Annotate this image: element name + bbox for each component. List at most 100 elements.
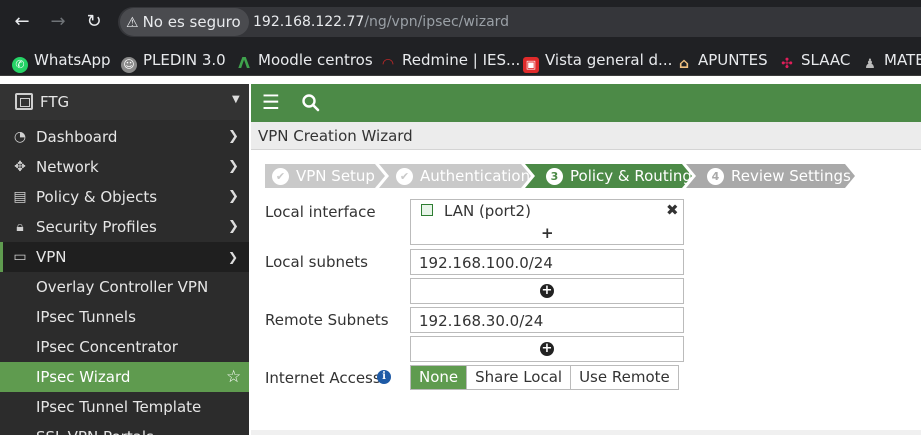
step-label: VPN Setup xyxy=(296,167,375,185)
hamburger-menu-icon[interactable]: ☰ xyxy=(262,92,280,112)
bookmark-mate[interactable]: ♟ MATE xyxy=(862,44,921,75)
browser-toolbar: ← → ↻ ⚠ No es seguro 192.168.122.77/ng/vp… xyxy=(0,0,921,44)
bookmark-label: Vista general d... xyxy=(545,51,673,69)
caret-down-icon: ▼ xyxy=(232,94,240,105)
sidebar-subitem-ssl-vpn-portals[interactable]: SSL-VPN Portals xyxy=(0,422,249,435)
step-number: 4 xyxy=(707,168,724,185)
dashboard-icon: ◔ xyxy=(13,129,27,145)
sidebar-item-dashboard[interactable]: ◔ Dashboard ❯ xyxy=(0,122,249,152)
url-text[interactable]: 192.168.122.77/ng/vpn/ipsec/wizard xyxy=(253,7,509,37)
sidebar-item-vpn[interactable]: ▭ VPN ❯ xyxy=(0,242,249,272)
sidebar-item-label: Network xyxy=(36,158,99,176)
person-icon: ♟ xyxy=(864,57,876,72)
remove-icon[interactable]: ✖ xyxy=(666,200,679,220)
add-interface-button[interactable]: + xyxy=(541,223,554,243)
pledin-icon: ☺ xyxy=(121,57,137,73)
bookmark-moodle[interactable]: Λ Moodle centros xyxy=(236,44,373,75)
warning-icon: ⚠ xyxy=(126,15,139,31)
step-number: 3 xyxy=(546,168,563,185)
gitlab-icon: ▣ xyxy=(523,57,539,73)
sidebar-subitem-label: IPsec Tunnel Template xyxy=(36,398,202,416)
moodle-icon: Λ xyxy=(238,54,250,72)
lock-icon: 🔒︎ xyxy=(16,219,24,235)
bookmark-label: SLAAC xyxy=(801,51,851,69)
local-subnets-label: Local subnets xyxy=(265,253,368,271)
bookmark-apuntes[interactable]: ⌂ APUNTES xyxy=(676,44,768,75)
page-bottom-divider xyxy=(251,430,921,435)
remote-subnets-value: 192.168.30.0/24 xyxy=(419,312,544,330)
interface-port-icon xyxy=(421,204,433,216)
bookmark-pledin[interactable]: ☺ PLEDIN 3.0 xyxy=(121,44,226,75)
star-icon[interactable]: ☆ xyxy=(226,362,241,392)
sidebar-subitem-ipsec-tunnel-template[interactable]: IPsec Tunnel Template xyxy=(0,392,249,422)
local-interface-field[interactable]: LAN (port2) ✖ + xyxy=(410,199,684,245)
sidebar-subitem-ipsec-tunnels[interactable]: IPsec Tunnels xyxy=(0,302,249,332)
bookmark-vista-general[interactable]: ▣ Vista general d... xyxy=(523,44,673,75)
sidebar-subitem-ipsec-wizard[interactable]: IPsec Wizard ☆ xyxy=(0,362,249,392)
url-host: 192.168.122.77 xyxy=(253,14,365,30)
internet-access-share-local[interactable]: Share Local xyxy=(466,366,571,389)
forward-button[interactable]: → xyxy=(46,10,70,34)
url-path: /ng/vpn/ipsec/wizard xyxy=(364,14,510,30)
internet-access-toggle: None Share Local Use Remote xyxy=(410,365,679,390)
whatsapp-icon: ✆ xyxy=(12,57,28,73)
step-label: Policy & Routing xyxy=(570,167,692,185)
bookmarks-bar: ✆ WhatsApp ☺ PLEDIN 3.0 Λ Moodle centros ◠ R… xyxy=(0,44,921,76)
check-icon: ✔ xyxy=(396,168,413,185)
local-subnets-input[interactable]: 192.168.100.0/24 xyxy=(410,249,684,275)
sidebar-subitem-label: Overlay Controller VPN xyxy=(36,278,209,296)
remote-subnets-input[interactable]: 192.168.30.0/24 xyxy=(410,307,684,333)
bookmark-label: WhatsApp xyxy=(34,51,111,69)
bookmark-redmine[interactable]: ◠ Redmine | IES... xyxy=(380,44,521,75)
step-authentication[interactable]: ✔ Authentication xyxy=(396,164,530,188)
security-chip[interactable]: ⚠ No es seguro xyxy=(120,8,249,36)
sidebar-item-policy-objects[interactable]: ▤ Policy & Objects ❯ xyxy=(0,182,249,212)
sidebar-item-label: Policy & Objects xyxy=(36,188,158,206)
plus-circle-icon[interactable]: + xyxy=(540,342,554,356)
local-interface-label: Local interface xyxy=(265,203,376,221)
internet-access-none[interactable]: None xyxy=(411,366,467,389)
home-icon: ⌂ xyxy=(678,56,690,72)
sidebar-item-label: VPN xyxy=(36,248,67,266)
sidebar-subitem-label: IPsec Tunnels xyxy=(36,308,136,326)
add-remote-subnet-row[interactable]: + xyxy=(410,336,684,362)
plus-circle-icon[interactable]: + xyxy=(540,284,554,298)
chevron-right-icon: ❯ xyxy=(228,219,239,234)
sidebar-subitem-label: IPsec Wizard xyxy=(36,368,131,386)
add-local-subnet-row[interactable]: + xyxy=(410,278,684,304)
chevron-right-icon: ❯ xyxy=(228,129,239,144)
bookmark-slaac[interactable]: ✣ SLAAC xyxy=(779,44,851,75)
laptop-icon: ▭ xyxy=(13,249,27,265)
step-policy-routing[interactable]: 3 Policy & Routing xyxy=(546,164,692,188)
chevron-down-icon: ❯ xyxy=(228,250,239,264)
sidebar-item-network[interactable]: ✥ Network ❯ xyxy=(0,152,249,182)
step-review-settings[interactable]: 4 Review Settings xyxy=(707,164,851,188)
step-vpn-setup[interactable]: ✔ VPN Setup xyxy=(272,164,375,188)
remote-subnets-label: Remote Subnets xyxy=(265,311,389,329)
page-title: VPN Creation Wizard xyxy=(251,122,921,150)
internet-access-label: Internet Access xyxy=(265,369,381,387)
search-icon[interactable] xyxy=(301,93,321,113)
device-selector[interactable]: FTG ▼ xyxy=(0,84,249,120)
slack-icon: ✣ xyxy=(781,56,793,72)
chevron-right-icon: ❯ xyxy=(228,189,239,204)
sidebar-subitem-overlay-controller-vpn[interactable]: Overlay Controller VPN xyxy=(0,272,249,302)
back-button[interactable]: ← xyxy=(10,10,34,34)
sidebar-subitem-ipsec-concentrator[interactable]: IPsec Concentrator xyxy=(0,332,249,362)
bookmark-whatsapp[interactable]: ✆ WhatsApp xyxy=(12,44,111,75)
sidebar-subitem-label: IPsec Concentrator xyxy=(36,338,178,356)
security-label: No es seguro xyxy=(142,13,241,31)
reload-button[interactable]: ↻ xyxy=(82,10,106,34)
sidebar-item-security-profiles[interactable]: 🔒︎ Security Profiles ❯ xyxy=(0,212,249,242)
step-label: Review Settings xyxy=(731,167,851,185)
policy-icon: ▤ xyxy=(13,189,27,205)
step-label: Authentication xyxy=(420,167,531,185)
sidebar-subitem-label: SSL-VPN Portals xyxy=(36,422,154,435)
info-icon[interactable]: i xyxy=(377,370,391,384)
internet-access-use-remote[interactable]: Use Remote xyxy=(570,366,678,389)
check-icon: ✔ xyxy=(272,168,289,185)
bookmark-label: PLEDIN 3.0 xyxy=(143,51,226,69)
address-bar[interactable]: ⚠ No es seguro 192.168.122.77/ng/vpn/ipse… xyxy=(118,7,921,37)
sidebar: FTG ▼ ◔ Dashboard ❯ ✥ Network ❯ ▤ Policy… xyxy=(0,84,249,435)
bookmark-label: Moodle centros xyxy=(258,51,373,69)
